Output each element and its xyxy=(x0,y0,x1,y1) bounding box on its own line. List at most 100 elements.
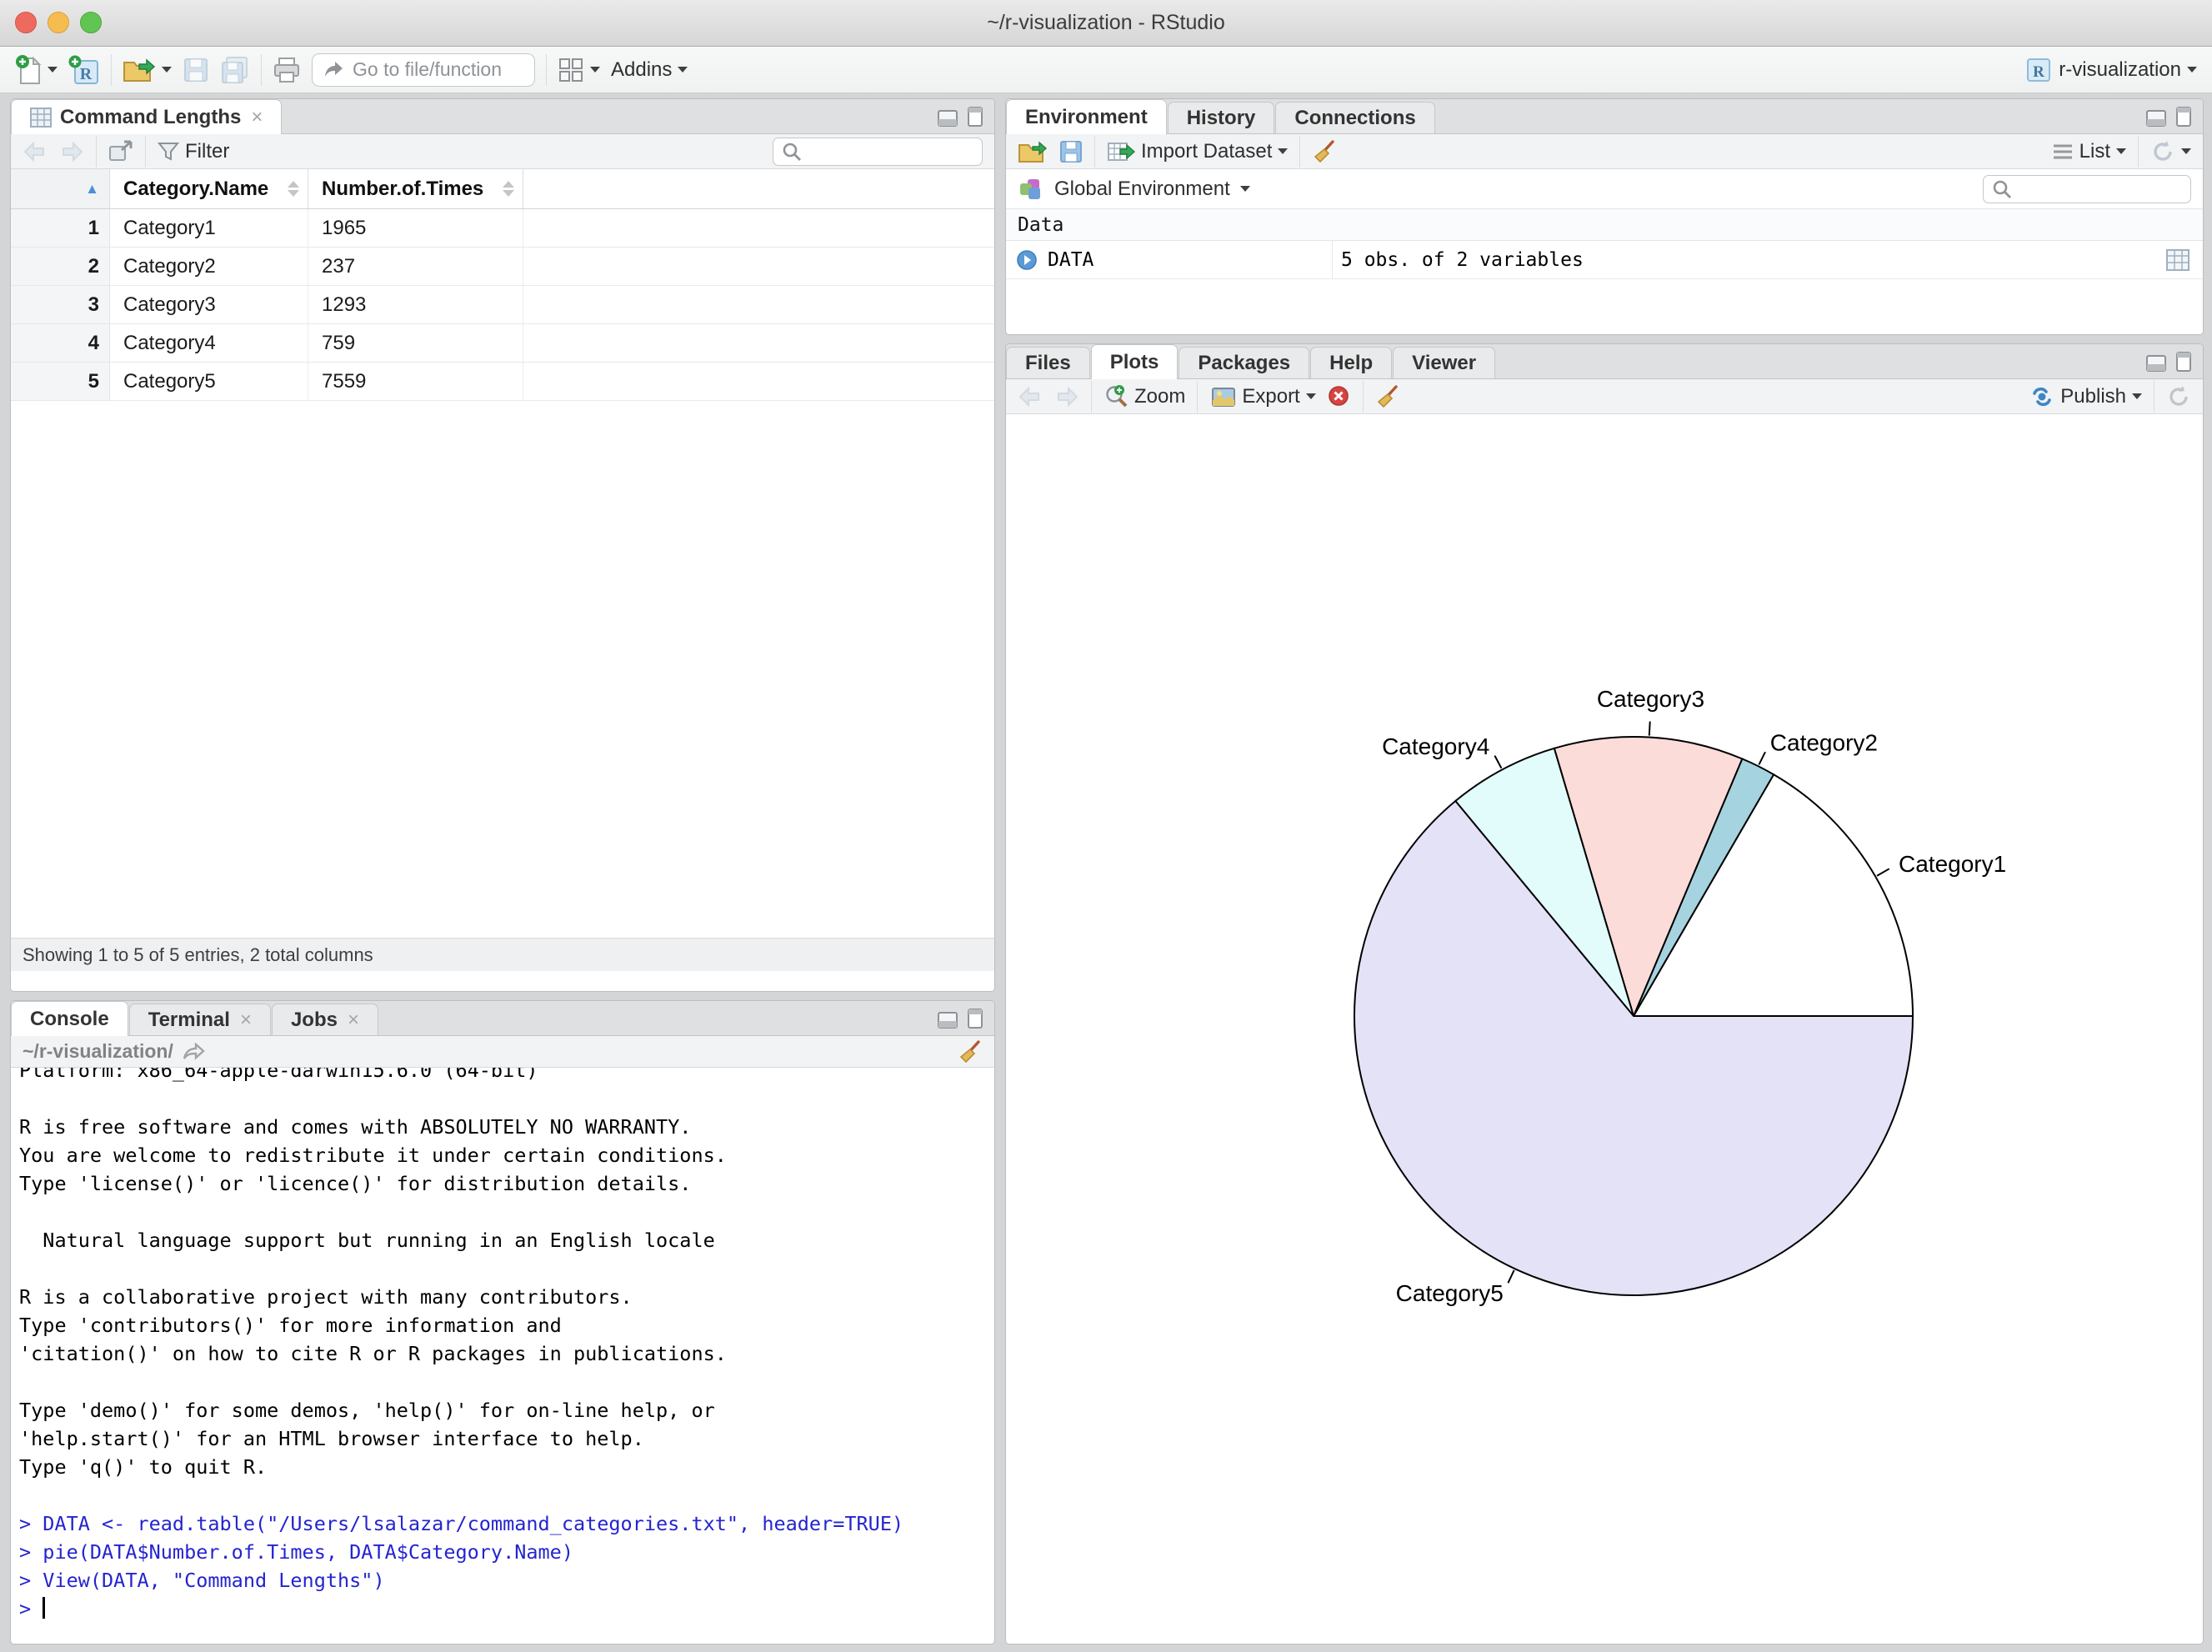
view-table-icon[interactable] xyxy=(2166,248,2189,271)
save-workspace-icon[interactable] xyxy=(1059,140,1083,163)
tab-label: Jobs xyxy=(290,1008,338,1031)
tab-jobs[interactable]: Jobs × xyxy=(271,1004,378,1035)
console-output-line: Type 'contributors()' for more informati… xyxy=(19,1314,562,1337)
environment-object-row[interactable]: DATA 5 obs. of 2 variables xyxy=(1006,241,2203,279)
column-header-number-of-times[interactable]: Number.of.Times xyxy=(308,169,523,208)
console-input-line: > DATA <- read.table("/Users/lsalazar/co… xyxy=(19,1512,904,1535)
minimize-pane-icon[interactable] xyxy=(938,110,958,127)
table-cell: 237 xyxy=(308,248,523,285)
maximize-pane-icon[interactable] xyxy=(2176,352,2191,372)
refresh-plot-icon[interactable] xyxy=(2166,384,2191,409)
print-button[interactable] xyxy=(273,57,301,83)
tab-terminal[interactable]: Terminal × xyxy=(128,1004,271,1035)
minimize-pane-icon[interactable] xyxy=(938,1012,958,1029)
goto-file-search[interactable] xyxy=(312,53,535,87)
table-row[interactable]: 2 Category2 237 xyxy=(11,248,994,286)
export-plot-button[interactable]: Export xyxy=(1209,385,1316,408)
list-view-caret-icon xyxy=(2116,148,2126,154)
tab-packages[interactable]: Packages xyxy=(1179,347,1310,378)
close-tab-icon[interactable]: × xyxy=(240,1009,252,1032)
project-menu-button[interactable]: R r-visualization xyxy=(2024,56,2197,84)
clear-environment-broom-icon[interactable] xyxy=(1312,139,1337,164)
nav-forward-icon[interactable] xyxy=(59,141,84,163)
console-output-line: Natural language support but running in … xyxy=(19,1229,715,1252)
filter-button[interactable]: Filter xyxy=(158,140,229,163)
minimize-window-button[interactable] xyxy=(48,12,69,33)
console-input-line: > pie(DATA$Number.of.Times, DATA$Categor… xyxy=(19,1540,573,1564)
tab-environment[interactable]: Environment xyxy=(1006,99,1167,134)
environment-scope-label[interactable]: Global Environment xyxy=(1054,178,1230,201)
console-output[interactable]: Platform: x86_64-apple-darwin15.6.0 (64-… xyxy=(11,1068,994,1644)
close-tab-icon[interactable]: × xyxy=(348,1009,359,1032)
goto-file-input[interactable] xyxy=(353,58,511,81)
go-to-directory-icon[interactable] xyxy=(182,1042,205,1061)
save-button[interactable] xyxy=(183,57,209,83)
export-image-icon xyxy=(1212,387,1236,407)
tab-command-lengths[interactable]: Command Lengths × xyxy=(11,99,283,134)
tab-label: Console xyxy=(30,1007,109,1030)
maximize-pane-icon[interactable] xyxy=(2176,107,2191,127)
remove-plot-icon[interactable] xyxy=(1328,385,1351,408)
minimize-pane-icon[interactable] xyxy=(2146,110,2166,127)
zoom-plot-button[interactable]: Zoom xyxy=(1103,384,1185,409)
import-dataset-button[interactable]: Import Dataset xyxy=(1107,140,1289,163)
zoom-magnifier-icon xyxy=(1106,384,1128,407)
close-window-button[interactable] xyxy=(15,12,37,33)
new-file-button[interactable] xyxy=(15,54,58,86)
open-in-new-window-icon[interactable] xyxy=(108,140,133,163)
object-value: 5 obs. of 2 variables xyxy=(1341,248,1584,271)
environment-search-input[interactable] xyxy=(2019,178,2169,200)
table-row[interactable]: 4 Category4 759 xyxy=(11,324,994,363)
list-view-button[interactable]: List xyxy=(2052,140,2126,163)
zoom-window-button[interactable] xyxy=(80,12,102,33)
table-row[interactable]: 1 Category1 1965 xyxy=(11,209,994,248)
minimize-pane-icon[interactable] xyxy=(2146,355,2166,372)
previous-plot-icon[interactable] xyxy=(1018,386,1043,408)
clear-console-broom-icon[interactable] xyxy=(958,1039,983,1064)
tab-files[interactable]: Files xyxy=(1006,347,1090,378)
column-header-category-name[interactable]: Category.Name xyxy=(110,169,308,208)
refresh-environment-button[interactable] xyxy=(2150,139,2191,164)
tab-plots[interactable]: Plots xyxy=(1090,344,1179,379)
open-file-button[interactable] xyxy=(123,56,172,84)
save-icon xyxy=(184,58,208,82)
table-row[interactable]: 3 Category3 1293 xyxy=(11,286,994,324)
toolbar-divider xyxy=(261,53,262,86)
tab-connections[interactable]: Connections xyxy=(1275,102,1435,133)
pie-label-tick xyxy=(1648,721,1651,736)
environment-scope-caret-icon[interactable] xyxy=(1239,186,1250,192)
row-number-header[interactable]: ▲ xyxy=(11,169,110,208)
save-all-button[interactable] xyxy=(220,56,250,84)
nav-back-icon[interactable] xyxy=(23,141,48,163)
next-plot-icon[interactable] xyxy=(1054,386,1079,408)
tab-console[interactable]: Console xyxy=(11,1001,128,1036)
tab-history[interactable]: History xyxy=(1167,102,1275,133)
environment-toolbar: Import Dataset List xyxy=(1006,134,2203,169)
pie-chart: Category1 Category2 Category3 Category4 Cate… xyxy=(1354,686,2006,1306)
maximize-pane-icon[interactable] xyxy=(968,107,983,127)
load-workspace-folder-icon[interactable] xyxy=(1018,139,1048,164)
table-search-input[interactable] xyxy=(808,140,958,163)
new-project-button[interactable]: R xyxy=(68,54,100,86)
console-tabbar: Console Terminal × Jobs × xyxy=(11,1001,994,1036)
tab-viewer[interactable]: Viewer xyxy=(1393,347,1496,378)
workspace-panes-button[interactable] xyxy=(558,57,600,83)
maximize-pane-icon[interactable] xyxy=(968,1009,983,1029)
close-tab-icon[interactable]: × xyxy=(251,106,263,129)
environment-search-box[interactable] xyxy=(1983,174,2191,203)
table-search-box[interactable] xyxy=(773,137,983,166)
tab-help[interactable]: Help xyxy=(1310,347,1393,378)
expand-object-icon[interactable] xyxy=(1016,249,1038,271)
publish-button[interactable]: Publish xyxy=(2029,385,2142,408)
table-cell: Category5 xyxy=(110,363,308,400)
table-empty-area xyxy=(11,401,994,938)
refresh-caret-icon xyxy=(2181,148,2191,154)
pie-label-Category1: Category1 xyxy=(1899,851,2006,877)
table-row[interactable]: 5 Category5 7559 xyxy=(11,363,994,401)
environment-empty-area xyxy=(1006,279,2203,334)
toolbar-divider xyxy=(1091,380,1092,413)
environment-pane: Environment History Connections Import D… xyxy=(1005,98,2204,335)
clear-plots-broom-icon[interactable] xyxy=(1375,384,1400,409)
addins-button[interactable]: Addins xyxy=(611,58,688,82)
